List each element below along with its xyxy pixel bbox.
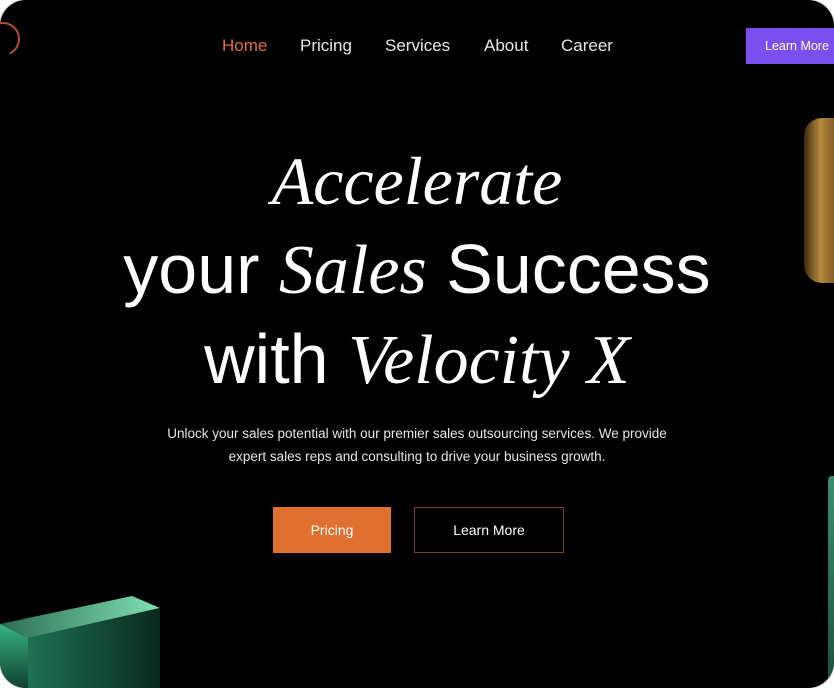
decorative-green-bar xyxy=(828,476,834,688)
hero-text-your: your xyxy=(123,230,279,308)
nav-item-career[interactable]: Career xyxy=(561,36,613,56)
hero-subtitle-line-1: Unlock your sales potential with our pre… xyxy=(167,426,667,441)
hero-line-2: your Sales Success xyxy=(0,228,834,312)
nav-item-home[interactable]: Home xyxy=(222,36,267,56)
main-nav: Home Pricing Services About Career xyxy=(0,36,834,60)
hero-word-sales: Sales xyxy=(278,232,427,309)
hero-subtitle-line-2: expert sales reps and consulting to driv… xyxy=(228,449,606,464)
nav-item-services[interactable]: Services xyxy=(385,36,450,56)
hero-text-success: Success xyxy=(426,230,711,308)
header-learn-more-button[interactable]: Learn More xyxy=(746,28,834,64)
hero-word-velocity-x: Velocity X xyxy=(348,322,630,399)
page-frame: Home Pricing Services About Career Learn… xyxy=(0,0,834,688)
pricing-button[interactable]: Pricing xyxy=(273,507,391,553)
nav-item-about[interactable]: About xyxy=(484,36,528,56)
decorative-green-block xyxy=(0,596,160,688)
nav-item-pricing[interactable]: Pricing xyxy=(300,36,352,56)
hero-line-1: Accelerate xyxy=(0,140,834,222)
learn-more-button[interactable]: Learn More xyxy=(414,507,564,553)
hero-line-3: with Velocity X xyxy=(0,316,834,404)
hero-text-with: with xyxy=(204,320,349,398)
hero-word-accelerate: Accelerate xyxy=(271,143,563,219)
